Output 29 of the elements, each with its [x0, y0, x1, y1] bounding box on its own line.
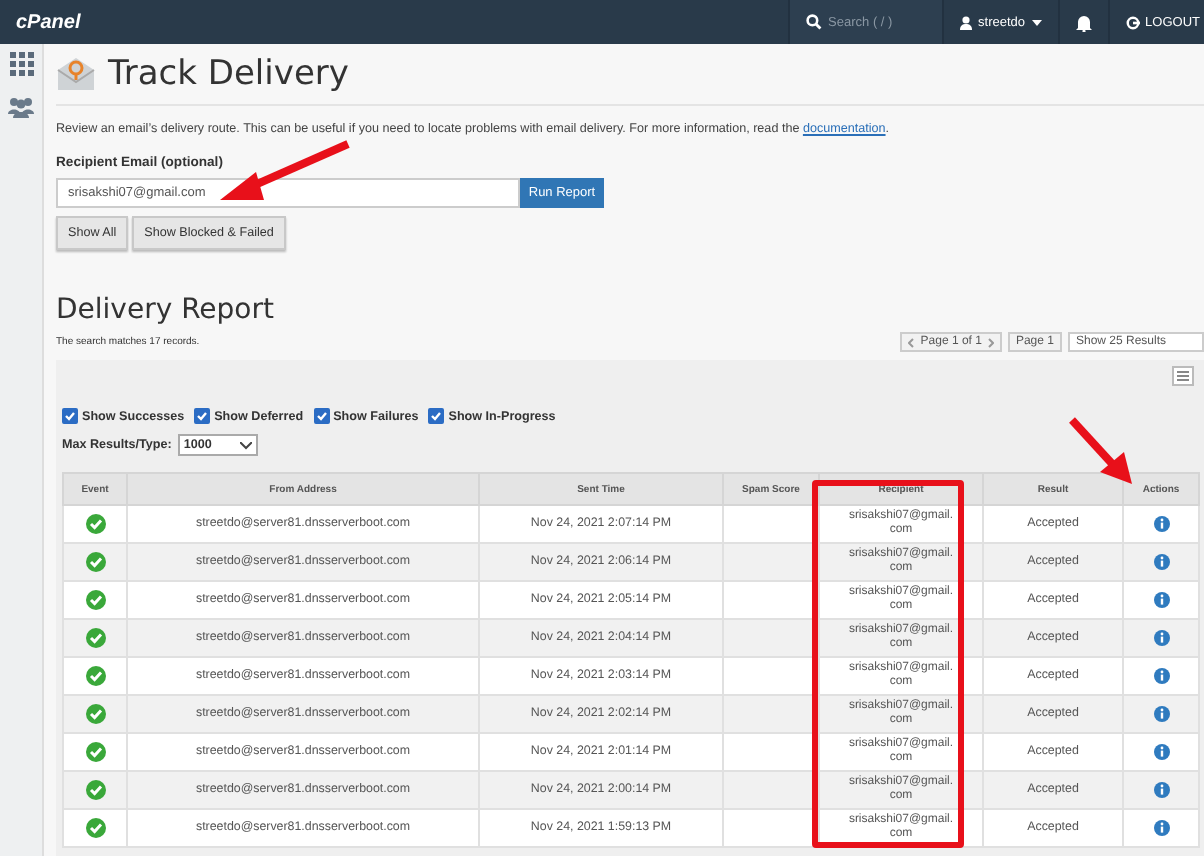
envelope-pin-icon — [56, 56, 96, 92]
user-icon — [960, 15, 973, 29]
info-icon[interactable] — [1153, 591, 1169, 608]
page-title: Track Delivery — [108, 54, 349, 94]
list-icon[interactable] — [1172, 366, 1194, 386]
checkbox[interactable] — [428, 408, 445, 424]
report-title: Delivery Report — [56, 294, 274, 326]
search-icon — [806, 14, 823, 30]
checkbox[interactable] — [194, 408, 211, 424]
bell-icon[interactable] — [1075, 13, 1092, 31]
grid-icon[interactable] — [9, 52, 33, 76]
chevron-down-icon — [239, 441, 252, 449]
info-icon[interactable] — [1153, 819, 1169, 836]
info-icon[interactable] — [1153, 667, 1169, 684]
info-icon[interactable] — [1153, 781, 1169, 798]
logo[interactable]: cPanel — [0, 11, 81, 33]
info-icon[interactable] — [1153, 705, 1169, 722]
users-icon[interactable] — [8, 96, 34, 118]
info-icon[interactable] — [1153, 515, 1169, 532]
info-icon[interactable] — [1153, 743, 1169, 760]
info-icon[interactable] — [1153, 553, 1169, 570]
logout-icon — [1125, 15, 1140, 29]
caret-icon — [1031, 19, 1042, 25]
checkbox[interactable] — [313, 408, 330, 424]
chevron-left-icon[interactable] — [908, 337, 915, 347]
annotation-arrow — [1068, 416, 1136, 488]
info-icon[interactable] — [1153, 629, 1169, 646]
chevron-right-icon[interactable] — [987, 337, 994, 347]
checkbox[interactable] — [62, 408, 78, 424]
